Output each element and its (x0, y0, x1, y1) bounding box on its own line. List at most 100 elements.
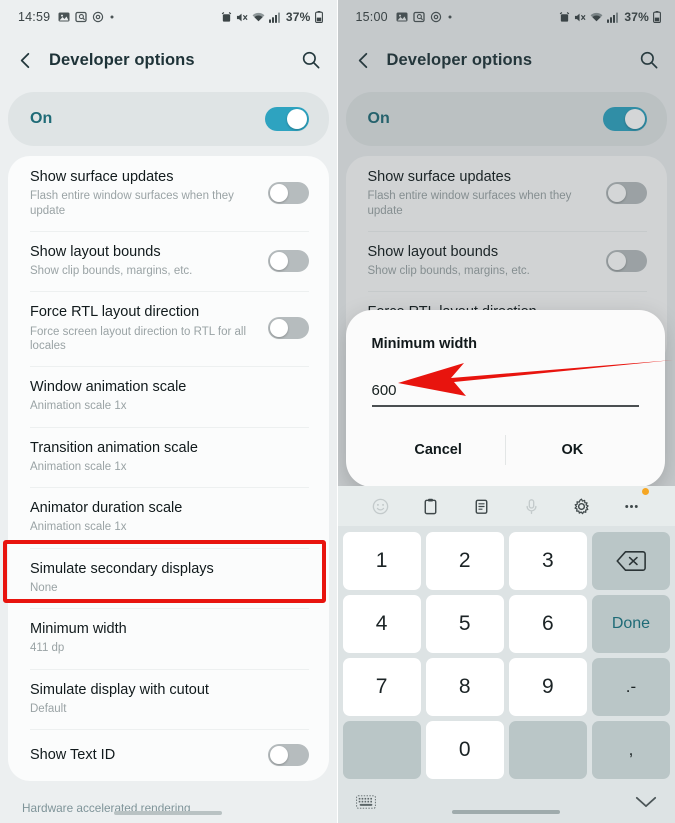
key-5[interactable]: 5 (425, 595, 504, 653)
hide-keyboard-icon[interactable] (635, 795, 657, 809)
key-2[interactable]: 2 (425, 532, 504, 590)
list-item[interactable]: Window animation scale Animation scale 1… (8, 366, 329, 427)
list-item-subtitle: Flash entire window surfaces when they u… (367, 190, 572, 217)
list-item-title: Window animation scale (30, 379, 187, 396)
list-item-toggle[interactable] (267, 249, 309, 272)
master-switch-row[interactable]: On (345, 92, 667, 146)
list-item[interactable]: Show surface updates Flash entire window… (346, 156, 668, 231)
status-right-group: 37% (221, 10, 323, 24)
key-9[interactable]: 9 (508, 658, 587, 716)
done-key[interactable]: Done (591, 595, 670, 653)
list-item-toggle[interactable] (267, 743, 309, 766)
master-switch-label: On (30, 110, 53, 127)
list-item-toggle[interactable] (606, 181, 647, 204)
key-blank-right[interactable] (508, 721, 587, 779)
more-options-icon[interactable] (607, 487, 657, 516)
list-item[interactable]: Transition animation scale Animation sca… (8, 426, 329, 488)
list-item-title: Minimum width (30, 621, 127, 638)
keyboard-switch-icon[interactable] (355, 795, 376, 809)
list-item[interactable]: Simulate display with cutout Default (8, 668, 329, 730)
ok-button[interactable]: OK (506, 423, 639, 477)
key-comma[interactable]: , (591, 721, 670, 779)
left-phone-panel: 14:59 37% Developer options On Show surf… (0, 0, 337, 823)
notification-badge (642, 487, 649, 495)
list-item-toggle[interactable] (267, 181, 309, 204)
list-item[interactable]: Simulate secondary displays None (8, 547, 329, 609)
list-item-title: Show surface updates (367, 169, 511, 185)
text-extract-icon[interactable] (456, 497, 506, 516)
section-header: Hardware accelerated rendering (22, 801, 191, 816)
back-icon[interactable] (16, 51, 35, 70)
right-app-bar: Developer options (338, 34, 675, 86)
wifi-icon (590, 12, 603, 23)
microphone-icon[interactable] (506, 497, 556, 516)
key-1[interactable]: 1 (342, 532, 421, 590)
settings-card-primary: Show surface updates Flash entire window… (8, 156, 329, 782)
list-item-title: Show surface updates (30, 169, 174, 185)
list-item-title: Transition animation scale (30, 439, 198, 456)
emoji-icon[interactable] (356, 497, 406, 516)
backspace-icon[interactable] (591, 532, 670, 590)
list-item-title: Simulate secondary displays (30, 560, 214, 577)
master-toggle[interactable] (264, 107, 309, 131)
right-phone-panel: 15:00 37% Developer options On Show surf… (337, 0, 675, 823)
target-icon (92, 11, 104, 23)
list-item[interactable]: Show surface updates Flash entire window… (8, 156, 329, 231)
status-time: 15:00 (355, 10, 388, 24)
list-item-subtitle: Show clip bounds, margins, etc. (367, 265, 530, 277)
list-item-title: Show Text ID (30, 746, 116, 763)
master-switch-row[interactable]: On (8, 92, 329, 146)
list-item[interactable]: Animator duration scale Animation scale … (8, 487, 329, 548)
key-dot-dash[interactable]: .- (591, 658, 670, 716)
list-item-toggle[interactable] (606, 249, 647, 272)
clipboard-icon[interactable] (406, 497, 456, 516)
home-indicator (114, 811, 223, 815)
screenshot-icon (75, 11, 87, 23)
search-icon[interactable] (639, 50, 659, 70)
dialog-title: Minimum width (371, 336, 478, 352)
keypad-grid: 1 2 3 4 5 6 Done 7 8 9 .- 0 , (338, 526, 675, 781)
alarm-icon (559, 11, 570, 23)
list-item-toggle[interactable] (267, 317, 309, 340)
keyboard-bottom-bar (338, 781, 675, 823)
key-blank-left[interactable] (342, 721, 421, 779)
status-left-group: 15:00 (356, 10, 453, 24)
page-title: Developer options (49, 50, 195, 69)
list-item-subtitle: Force screen layout direction to RTL for… (30, 325, 247, 352)
key-4[interactable]: 4 (342, 595, 421, 653)
page-title: Developer options (386, 50, 533, 69)
wifi-icon (252, 12, 265, 23)
back-icon[interactable] (354, 51, 373, 70)
list-item-title: Show layout bounds (30, 243, 161, 260)
cancel-button[interactable]: Cancel (372, 423, 505, 477)
key-8[interactable]: 8 (425, 658, 504, 716)
list-item-subtitle: Default (30, 702, 67, 715)
search-icon[interactable] (301, 50, 321, 70)
dialog-input-value[interactable]: 600 (371, 382, 639, 407)
list-item[interactable]: Force RTL layout direction Force screen … (8, 291, 329, 366)
list-item[interactable]: Show layout bounds Show clip bounds, mar… (346, 230, 668, 292)
key-7[interactable]: 7 (342, 658, 421, 716)
dialog-button-row: Cancel OK (372, 423, 640, 477)
key-0[interactable]: 0 (425, 721, 504, 779)
status-right-group: 37% (559, 10, 661, 24)
left-app-bar: Developer options (0, 34, 337, 86)
list-item-subtitle: Animation scale 1x (30, 400, 127, 413)
list-item-title: Animator duration scale (30, 500, 183, 517)
alarm-icon (221, 11, 232, 23)
list-item-subtitle: Animation scale 1x (30, 460, 127, 473)
key-6[interactable]: 6 (508, 595, 587, 653)
list-item[interactable]: Show layout bounds Show clip bounds, mar… (8, 230, 329, 292)
master-switch-label: On (367, 110, 390, 127)
list-item[interactable]: Show Text ID (8, 729, 329, 781)
gear-icon[interactable] (557, 497, 607, 516)
left-status-bar: 14:59 37% (0, 0, 337, 34)
key-3[interactable]: 3 (508, 532, 587, 590)
mute-icon (236, 12, 248, 23)
list-item-minimum-width[interactable]: Minimum width 411 dp (8, 608, 329, 669)
list-item-title: Simulate display with cutout (30, 681, 209, 698)
dot-icon (447, 14, 453, 20)
master-toggle[interactable] (603, 107, 647, 131)
battery-percent: 37% (624, 10, 649, 24)
list-item-subtitle: Flash entire window surfaces when they u… (30, 190, 234, 217)
